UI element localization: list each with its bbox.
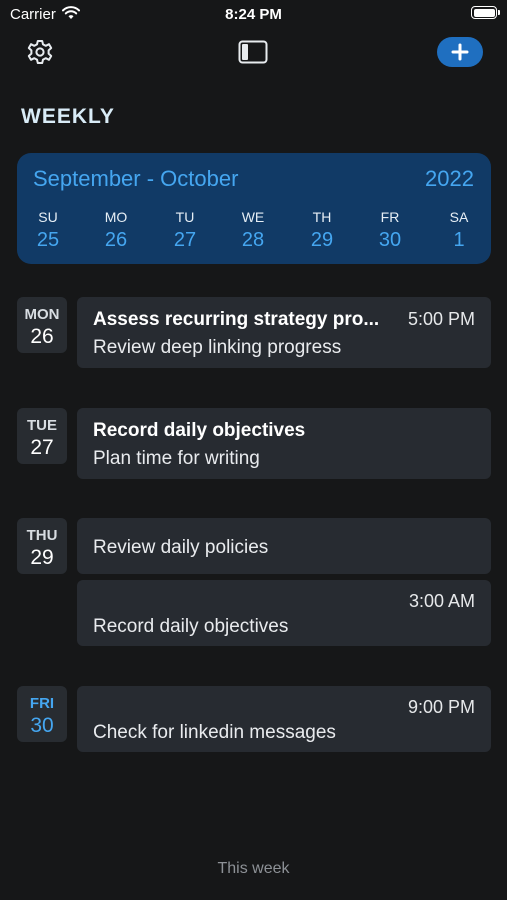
calendar-day[interactable]: TH 29: [292, 209, 352, 252]
day-badge-number: 27: [30, 436, 54, 459]
calendar-day-number: 1: [453, 229, 465, 251]
event-card[interactable]: 3:00 AM Record daily objectives: [77, 580, 491, 646]
calendar-range: September - October: [33, 166, 239, 191]
calendar-day-number: 29: [310, 229, 334, 251]
event-subtitle: Review deep linking progress: [93, 337, 342, 358]
day-badge-tue: TUE 27: [17, 408, 67, 464]
event-subtitle: Plan time for writing: [93, 448, 260, 469]
status-bar: Carrier 8:24 PM: [0, 0, 507, 28]
event-subtitle: Record daily objectives: [93, 616, 289, 637]
day-badge-name: FRI: [29, 695, 55, 712]
event-subtitle: Check for linkedin messages: [93, 722, 336, 743]
calendar-day-name: FR: [380, 209, 400, 225]
calendar-day[interactable]: SU 25: [18, 209, 78, 252]
day-badge-number: 30: [30, 714, 54, 737]
battery-icon: [471, 6, 500, 19]
day-badge-name: THU: [26, 527, 58, 544]
calendar-day-name: MO: [104, 209, 128, 225]
event-time: 9:00 PM: [407, 697, 475, 717]
calendar-day-number: 30: [378, 229, 402, 251]
day-badge-number: 26: [30, 325, 54, 348]
day-badge-mon: MON 26: [17, 297, 67, 353]
add-button[interactable]: [437, 37, 483, 67]
calendar-day-number: 28: [241, 229, 265, 251]
calendar-day-name: SU: [38, 209, 58, 225]
status-time: 8:24 PM: [225, 6, 282, 23]
calendar-day-number: 25: [36, 229, 60, 251]
day-badge-name: TUE: [27, 417, 57, 434]
calendar-day[interactable]: MO 26: [86, 209, 146, 252]
event-card[interactable]: 9:00 PM Check for linkedin messages: [77, 686, 491, 752]
plus-icon: [451, 43, 469, 61]
event-title: Record daily objectives: [93, 420, 306, 441]
calendar-day-name: SA: [449, 209, 469, 225]
calendar-day-number: 26: [104, 229, 128, 251]
event-time: 3:00 AM: [408, 591, 475, 611]
event-card[interactable]: Assess recurring strategy pro... 5:00 PM…: [77, 297, 491, 368]
event-card[interactable]: Record daily objectives Plan time for wr…: [77, 408, 491, 479]
calendar-day-name: WE: [241, 209, 265, 225]
day-badge-name: MON: [24, 306, 60, 323]
page-title: WEEKLY: [21, 105, 115, 128]
gear-icon[interactable]: [26, 38, 54, 66]
event-subtitle: Review daily policies: [93, 537, 269, 558]
calendar-day-name: TH: [312, 209, 332, 225]
calendar-day-name: TU: [175, 209, 195, 225]
day-badge-number: 29: [30, 546, 54, 569]
sidebar-toggle-icon[interactable]: [238, 40, 268, 64]
event-title: Assess recurring strategy pro...: [93, 309, 380, 330]
week-calendar: September - October 2022 SU 25 MO 26 TU …: [17, 153, 491, 264]
day-badge-fri: FRI 30: [17, 686, 67, 742]
calendar-day[interactable]: WE 28: [223, 209, 283, 252]
calendar-day[interactable]: TU 27: [155, 209, 215, 252]
calendar-year: 2022: [425, 166, 474, 191]
calendar-day[interactable]: FR 30: [360, 209, 420, 252]
event-card[interactable]: Review daily policies: [77, 518, 491, 574]
calendar-day-number: 27: [173, 229, 197, 251]
calendar-day[interactable]: SA 1: [429, 209, 489, 252]
event-time: 5:00 PM: [407, 309, 475, 329]
day-badge-thu: THU 29: [17, 518, 67, 574]
this-week-label[interactable]: This week: [0, 860, 507, 878]
